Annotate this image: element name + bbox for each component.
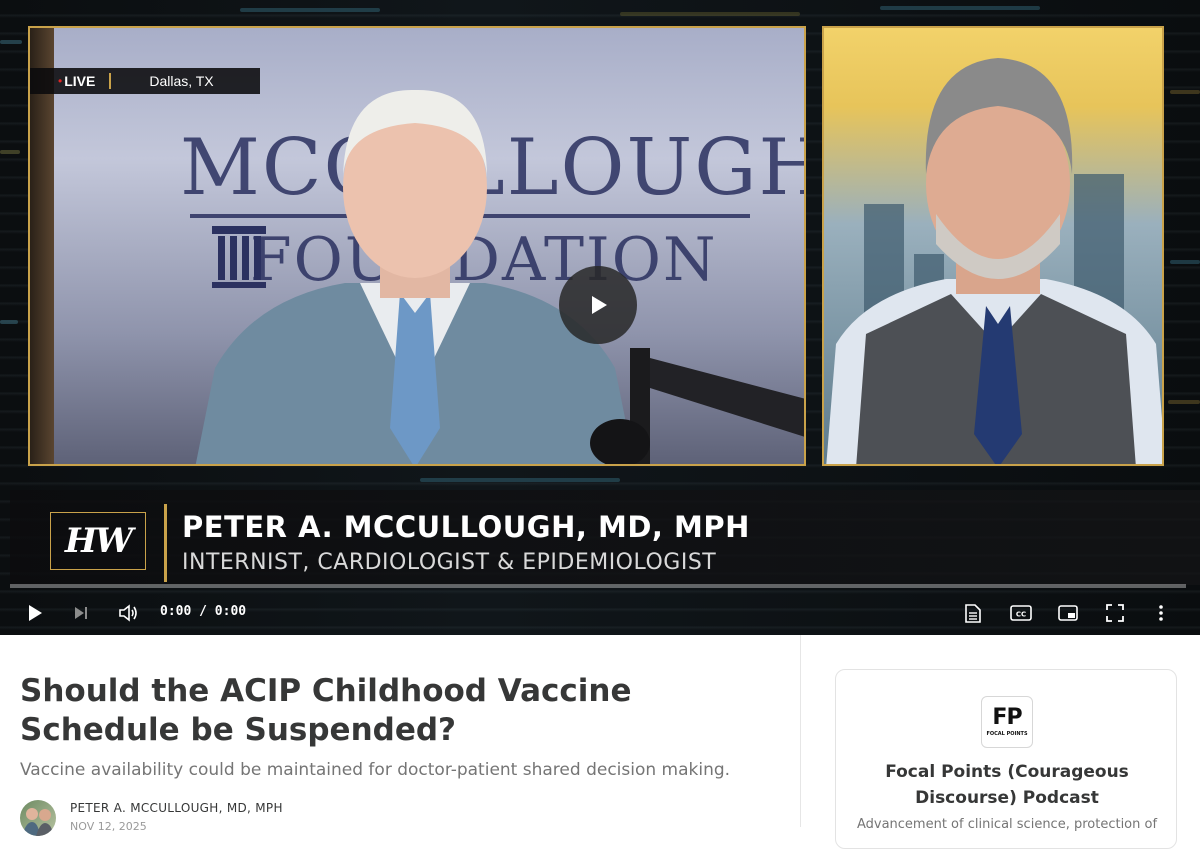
host-video-frame: [822, 26, 1164, 466]
background-streak: [0, 40, 22, 44]
live-label: LIVE: [64, 73, 96, 89]
closed-captions-icon: CC: [1010, 605, 1032, 621]
fullscreen-button[interactable]: [1102, 600, 1128, 626]
more-options-icon: [1159, 605, 1163, 621]
closed-captions-button[interactable]: CC: [1008, 600, 1034, 626]
guest-person: [195, 89, 635, 464]
background-streak: [1170, 90, 1200, 94]
background-streak: [0, 320, 18, 324]
play-icon: [29, 605, 42, 621]
transcript-button[interactable]: [960, 600, 986, 626]
progress-bar[interactable]: [10, 584, 1186, 588]
article-title: Should the ACIP Childhood Vaccine Schedu…: [20, 673, 632, 748]
picture-in-picture-icon: [1058, 605, 1078, 621]
live-badge: • LIVE Dallas, TX: [30, 68, 260, 94]
background-streak: [240, 8, 380, 12]
more-options-button[interactable]: [1148, 600, 1174, 626]
microphone: [590, 348, 804, 464]
play-button[interactable]: [22, 600, 48, 626]
background-streak: [880, 6, 1040, 10]
hw-logo-text: HW: [64, 521, 133, 561]
live-location: Dallas, TX: [149, 73, 214, 89]
guest-role: INTERNIST, CARDIOLOGIST & EPIDEMIOLOGIST: [182, 550, 717, 575]
background-streak: [620, 12, 800, 16]
live-badge-separator: [109, 73, 112, 89]
center-play-button[interactable]: [559, 266, 637, 344]
column-divider: [800, 635, 801, 827]
author-avatar[interactable]: [20, 800, 56, 836]
lower-third-separator: [164, 504, 167, 582]
host-person: [826, 58, 1162, 464]
guest-name: PETER A. MCCULLOUGH, MD, MPH: [182, 510, 750, 544]
transcript-icon: [965, 603, 981, 623]
picture-in-picture-button[interactable]: [1055, 600, 1081, 626]
article-subtitle: Vaccine availability could be maintained…: [20, 760, 731, 780]
skip-next-icon: [75, 607, 87, 619]
video-player[interactable]: MCCULLOUGH FOUNDATION • LIVE Dallas, TX …: [0, 0, 1200, 635]
volume-button[interactable]: [115, 600, 141, 626]
publication-name[interactable]: Focal Points (Courageous Discourse) Podc…: [856, 759, 1158, 811]
background-streak: [1168, 400, 1200, 404]
author-name[interactable]: PETER A. MCCULLOUGH, MD, MPH: [70, 801, 283, 815]
skip-next-button[interactable]: [68, 600, 94, 626]
publication-card[interactable]: FP FOCAL POINTS Focal Points (Courageous…: [835, 669, 1177, 849]
publication-logo: FP FOCAL POINTS: [981, 696, 1033, 748]
volume-icon: [119, 604, 137, 622]
background-streak: [0, 150, 20, 154]
avatar-image: [22, 808, 54, 836]
publication-description: Advancement of clinical science, protect…: [856, 817, 1158, 832]
fullscreen-icon: [1106, 604, 1124, 622]
time-display: 0:00 / 0:00: [160, 604, 247, 619]
publication-logo-text: FP: [992, 705, 1022, 730]
player-controls: 0:00 / 0:00 CC: [0, 590, 1200, 635]
lower-third: HW PETER A. MCCULLOUGH, MD, MPH INTERNIS…: [10, 490, 1200, 585]
live-dot-icon: •: [58, 74, 63, 88]
background-streak: [1170, 260, 1200, 264]
play-icon: [592, 296, 607, 314]
publication-logo-subtext: FOCAL POINTS: [986, 731, 1028, 737]
hw-logo: HW: [50, 512, 146, 570]
background-streak: [420, 478, 620, 482]
svg-text:CC: CC: [1016, 611, 1026, 619]
